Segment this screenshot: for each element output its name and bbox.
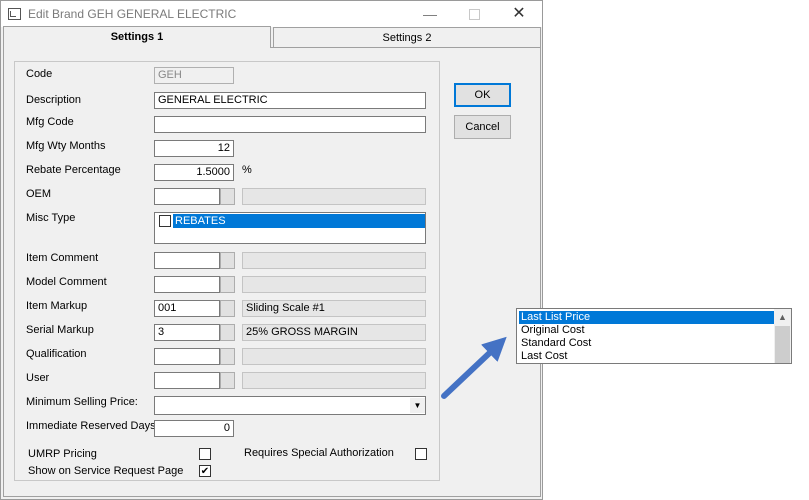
rebates-item-label[interactable]: REBATES — [173, 214, 425, 228]
show-on-service-request-page-checkbox[interactable]: ✔ — [199, 465, 211, 477]
model-comment-label: Model Comment — [26, 276, 107, 288]
user-description — [242, 372, 426, 389]
umrp-pricing-checkbox[interactable] — [199, 448, 211, 460]
misc-type-list[interactable]: REBATES — [154, 212, 426, 244]
model-comment-description — [242, 276, 426, 293]
option-standard-cost[interactable]: Standard Cost — [519, 337, 775, 350]
user-lookup-button[interactable] — [220, 372, 235, 389]
immediate-reserved-days-label: Immediate Reserved Days — [26, 420, 156, 432]
code-field: GEH — [154, 67, 234, 84]
annotation-arrow-icon — [441, 336, 507, 399]
tab-settings-2[interactable]: Settings 2 — [273, 27, 541, 48]
misc-type-label: Misc Type — [26, 212, 76, 224]
minimum-selling-price-options[interactable]: Last List Price Original Cost Standard C… — [516, 308, 792, 364]
option-last-list-price[interactable]: Last List Price — [519, 311, 775, 324]
title-bar: Edit Brand GEH GENERAL ELECTRIC — ✕ — [1, 1, 542, 27]
qualification-label: Qualification — [26, 348, 87, 360]
ok-button[interactable]: OK — [454, 83, 511, 107]
minimum-selling-price-select[interactable] — [154, 396, 426, 415]
user-label: User — [26, 372, 50, 384]
tab-settings-1[interactable]: Settings 1 — [3, 26, 271, 48]
chevron-down-icon[interactable]: ▼ — [410, 398, 425, 413]
item-comment-label: Item Comment — [26, 252, 99, 264]
description-field[interactable]: GENERAL ELECTRIC — [154, 92, 426, 109]
scroll-up-icon[interactable]: ▲ — [774, 309, 791, 326]
requires-special-authorization-checkbox[interactable] — [415, 448, 427, 460]
user-field[interactable] — [154, 372, 220, 389]
cancel-button[interactable]: Cancel — [454, 115, 511, 139]
window-title: Edit Brand GEH GENERAL ELECTRIC — [28, 7, 237, 21]
minimum-selling-price-label: Minimum Selling Price: — [26, 396, 138, 408]
rebate-percentage-label: Rebate Percentage — [26, 164, 121, 176]
oem-field[interactable] — [154, 188, 220, 205]
qualification-field[interactable] — [154, 348, 220, 365]
app-window-icon — [8, 8, 21, 20]
show-on-service-request-page-label: Show on Service Request Page — [28, 465, 184, 477]
item-markup-label: Item Markup — [26, 300, 88, 312]
oem-description — [242, 188, 426, 205]
mfg-code-label: Mfg Code — [26, 116, 74, 128]
mfg-wty-months-field[interactable]: 12 — [154, 140, 234, 157]
serial-markup-field[interactable]: 3 — [154, 324, 220, 341]
model-comment-lookup-button[interactable] — [220, 276, 235, 293]
mfg-wty-months-label: Mfg Wty Months — [26, 140, 106, 152]
option-last-cost[interactable]: Last Cost — [519, 350, 775, 363]
qualification-lookup-button[interactable] — [220, 348, 235, 365]
item-markup-lookup-button[interactable] — [220, 300, 235, 317]
serial-markup-lookup-button[interactable] — [220, 324, 235, 341]
option-original-cost[interactable]: Original Cost — [519, 324, 775, 337]
item-markup-description: Sliding Scale #1 — [242, 300, 426, 317]
minimize-button[interactable]: — — [421, 5, 439, 23]
scrollbar-thumb[interactable] — [775, 326, 790, 363]
mfg-code-field[interactable] — [154, 116, 426, 133]
qualification-description — [242, 348, 426, 365]
serial-markup-label: Serial Markup — [26, 324, 94, 336]
popup-scrollbar[interactable]: ▲ — [774, 309, 791, 363]
list-item[interactable]: REBATES — [157, 214, 425, 228]
maximize-button[interactable] — [465, 5, 483, 23]
description-label: Description — [26, 94, 82, 106]
immediate-reserved-days-field[interactable]: 0 — [154, 420, 234, 437]
edit-brand-window: Edit Brand GEH GENERAL ELECTRIC — ✕ Sett… — [0, 0, 543, 500]
item-markup-field[interactable]: 001 — [154, 300, 220, 317]
umrp-pricing-label: UMRP Pricing — [28, 448, 97, 460]
item-comment-description — [242, 252, 426, 269]
code-label: Code — [26, 68, 53, 80]
rebates-checkbox[interactable] — [159, 215, 171, 227]
model-comment-field[interactable] — [154, 276, 220, 293]
oem-lookup-button[interactable] — [220, 188, 235, 205]
serial-markup-description: 25% GROSS MARGIN — [242, 324, 426, 341]
rebate-percentage-field[interactable]: 1.5000 — [154, 164, 234, 181]
item-comment-field[interactable] — [154, 252, 220, 269]
requires-special-authorization-label: Requires Special Authorization — [244, 447, 394, 459]
close-button[interactable]: ✕ — [510, 5, 528, 23]
item-comment-lookup-button[interactable] — [220, 252, 235, 269]
percent-unit: % — [242, 164, 252, 176]
oem-label: OEM — [26, 188, 52, 200]
